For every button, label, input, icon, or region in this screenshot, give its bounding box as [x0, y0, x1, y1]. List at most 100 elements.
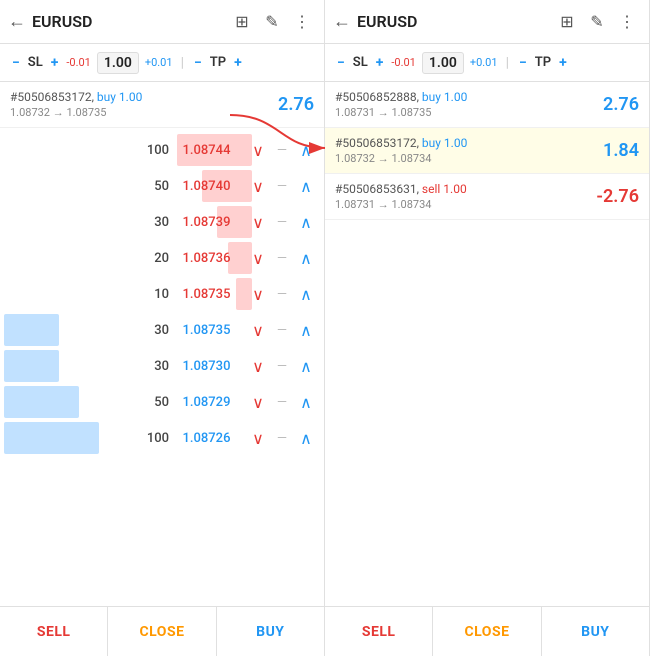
order-up-icon[interactable]: ∧	[292, 213, 320, 232]
right-panel: ← EURUSD ⊞ ✎ ⋮ − SL + -0.01 1.00 +0.01 |…	[325, 0, 650, 656]
right-buy-button[interactable]: BUY	[542, 607, 649, 656]
right-icon-stack[interactable]: ⊞	[553, 8, 581, 36]
right-trade-info-3: #50506853631, sell 1.00 1.08731 → 1.0873…	[335, 182, 596, 211]
order-price: 1.08735	[169, 323, 244, 338]
order-row[interactable]: 30 1.08739 ∨ — ∧	[0, 204, 324, 240]
order-up-icon[interactable]: ∧	[292, 321, 320, 340]
order-up-icon[interactable]: ∧	[292, 249, 320, 268]
order-price: 1.08740	[169, 179, 244, 194]
right-icon-edit[interactable]: ✎	[583, 8, 611, 36]
left-buy-button[interactable]: BUY	[217, 607, 324, 656]
order-qty: 100	[109, 143, 169, 158]
right-icon-more[interactable]: ⋮	[613, 8, 641, 36]
order-down-icon[interactable]: ∨	[244, 141, 272, 160]
order-qty: 50	[109, 179, 169, 194]
right-trade-id-1: #50506852888,	[335, 90, 422, 104]
left-trade-row[interactable]: #50506853172, buy 1.00 1.08732 → 1.08735…	[0, 82, 324, 128]
left-sell-button[interactable]: SELL	[0, 607, 107, 656]
left-icon-edit[interactable]: ✎	[258, 8, 286, 36]
order-price: 1.08735	[169, 287, 244, 302]
right-tp-minus[interactable]: −	[515, 55, 531, 71]
right-sl-tp-bar: − SL + -0.01 1.00 +0.01 | − TP +	[325, 44, 649, 82]
left-sl-minus[interactable]: −	[8, 55, 24, 71]
order-price: 1.08736	[169, 251, 244, 266]
order-price: 1.08744	[169, 143, 244, 158]
order-down-icon[interactable]: ∨	[244, 213, 272, 232]
left-sl-plus[interactable]: +	[47, 55, 63, 71]
order-row[interactable]: 100 1.08744 ∨ — ∧	[0, 132, 324, 168]
order-row[interactable]: 100 1.08726 ∨ — ∧	[0, 420, 324, 456]
right-tp-plus[interactable]: +	[555, 55, 571, 71]
left-trade-id-line: #50506853172, buy 1.00	[10, 90, 278, 104]
right-trade-row-1[interactable]: #50506852888, buy 1.00 1.08731 → 1.08735…	[325, 82, 649, 128]
right-trade-id-2: #50506853172,	[335, 136, 422, 150]
right-sl-minus[interactable]: −	[333, 55, 349, 71]
left-tp-plus[interactable]: +	[230, 55, 246, 71]
left-trade-id: #50506853172,	[10, 90, 97, 104]
order-up-icon[interactable]: ∧	[292, 141, 320, 160]
right-trade-info-2: #50506853172, buy 1.00 1.08732 → 1.08734	[335, 136, 603, 165]
order-dash: —	[272, 251, 292, 266]
order-qty: 10	[109, 287, 169, 302]
order-down-icon[interactable]: ∨	[244, 429, 272, 448]
left-trade-info: #50506853172, buy 1.00 1.08732 → 1.08735	[10, 90, 278, 119]
order-row[interactable]: 30 1.08735 ∨ — ∧	[0, 312, 324, 348]
order-down-icon[interactable]: ∨	[244, 285, 272, 304]
order-down-icon[interactable]: ∨	[244, 357, 272, 376]
order-up-icon[interactable]: ∧	[292, 393, 320, 412]
panels-wrapper: ← EURUSD ⊞ ✎ ⋮ − SL + -0.01 1.00 +0.01 |…	[0, 0, 650, 656]
left-icon-stack[interactable]: ⊞	[228, 8, 256, 36]
right-delta-plus: +0.01	[470, 56, 498, 69]
right-trade-row-2[interactable]: #50506853172, buy 1.00 1.08732 → 1.08734…	[325, 128, 649, 174]
right-back-icon[interactable]: ←	[333, 11, 351, 32]
right-sell-button[interactable]: SELL	[325, 607, 432, 656]
order-up-icon[interactable]: ∧	[292, 285, 320, 304]
right-sl-plus[interactable]: +	[372, 55, 388, 71]
left-back-icon[interactable]: ←	[8, 11, 26, 32]
left-tp-label: TP	[210, 55, 226, 70]
right-trade-profit-2: 1.84	[603, 140, 639, 161]
order-down-icon[interactable]: ∨	[244, 249, 272, 268]
right-sl-label: SL	[353, 55, 368, 70]
right-close-button[interactable]: CLOSE	[432, 607, 541, 656]
order-qty: 50	[109, 395, 169, 410]
left-value[interactable]: 1.00	[97, 52, 139, 74]
order-row[interactable]: 30 1.08730 ∨ — ∧	[0, 348, 324, 384]
left-title: EURUSD	[32, 12, 226, 31]
order-up-icon[interactable]: ∧	[292, 357, 320, 376]
order-dash: —	[272, 179, 292, 194]
order-dash: —	[272, 431, 292, 446]
left-icon-more[interactable]: ⋮	[288, 8, 316, 36]
right-footer: SELL CLOSE BUY	[325, 606, 649, 656]
left-header: ← EURUSD ⊞ ✎ ⋮	[0, 0, 324, 44]
order-up-icon[interactable]: ∧	[292, 429, 320, 448]
order-price: 1.08729	[169, 395, 244, 410]
order-dash: —	[272, 359, 292, 374]
left-close-button[interactable]: CLOSE	[107, 607, 216, 656]
order-row[interactable]: 20 1.08736 ∨ — ∧	[0, 240, 324, 276]
order-dash: —	[272, 395, 292, 410]
order-row[interactable]: 10 1.08735 ∨ — ∧	[0, 276, 324, 312]
right-trade-price-1: 1.08731 → 1.08735	[335, 106, 603, 119]
order-down-icon[interactable]: ∨	[244, 393, 272, 412]
left-sl-label: SL	[28, 55, 43, 70]
right-value[interactable]: 1.00	[422, 52, 464, 74]
right-trade-price-2: 1.08732 → 1.08734	[335, 152, 603, 165]
left-footer: SELL CLOSE BUY	[0, 606, 324, 656]
right-separator: |	[506, 55, 509, 71]
left-delta-plus: +0.01	[145, 56, 173, 69]
left-tp-minus[interactable]: −	[190, 55, 206, 71]
order-down-icon[interactable]: ∨	[244, 321, 272, 340]
right-trade-row-3[interactable]: #50506853631, sell 1.00 1.08731 → 1.0873…	[325, 174, 649, 220]
left-trade-profit: 2.76	[278, 94, 314, 115]
order-up-icon[interactable]: ∧	[292, 177, 320, 196]
order-row[interactable]: 50 1.08729 ∨ — ∧	[0, 384, 324, 420]
order-price: 1.08730	[169, 359, 244, 374]
order-dash: —	[272, 287, 292, 302]
right-trade-id-line-1: #50506852888, buy 1.00	[335, 90, 603, 104]
order-down-icon[interactable]: ∨	[244, 177, 272, 196]
left-sl-tp-bar: − SL + -0.01 1.00 +0.01 | − TP +	[0, 44, 324, 82]
left-order-book: 100 1.08744 ∨ — ∧ 50 1.08740 ∨ — ∧ 30 1.…	[0, 128, 324, 606]
right-trade-type-1: buy 1.00	[422, 90, 467, 104]
order-row[interactable]: 50 1.08740 ∨ — ∧	[0, 168, 324, 204]
